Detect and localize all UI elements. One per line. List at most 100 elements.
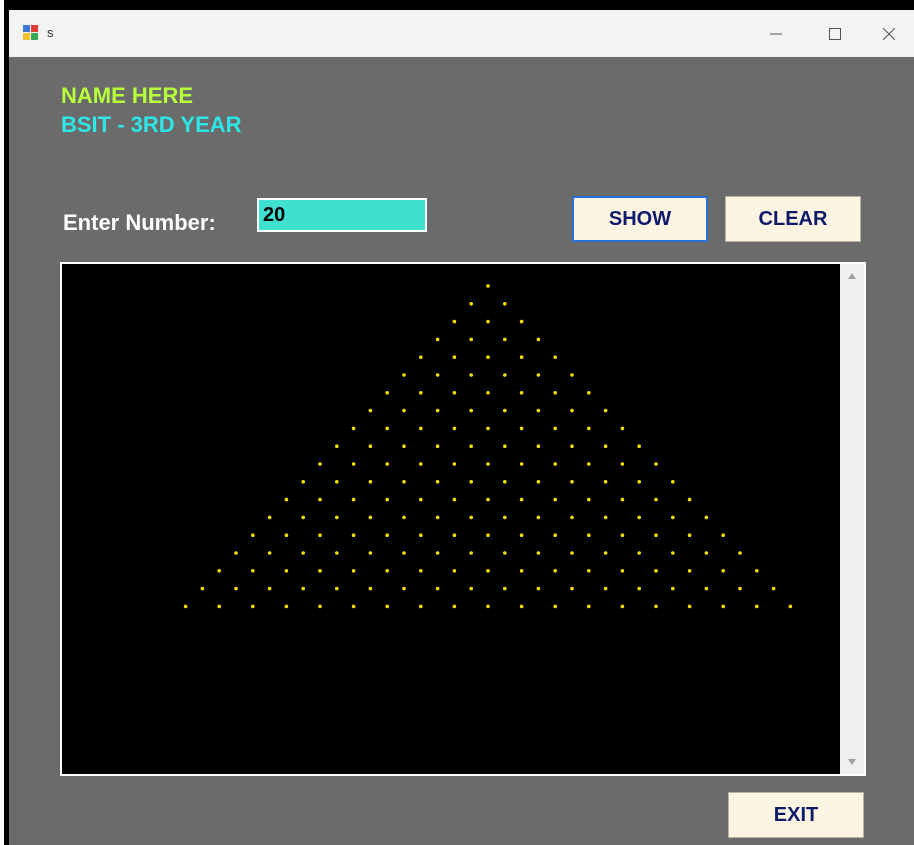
- pattern-dot: [587, 604, 591, 609]
- pattern-dot: [637, 515, 641, 520]
- pattern-dot: [553, 391, 557, 395]
- pattern-dot: [435, 373, 440, 377]
- pattern-dot: [469, 551, 474, 555]
- pattern-dot: [570, 480, 574, 484]
- close-icon: [883, 27, 895, 40]
- vertical-scrollbar[interactable]: [840, 264, 864, 774]
- pattern-dot: [419, 391, 423, 395]
- pattern-dot: [419, 569, 423, 573]
- pattern-dot: [553, 569, 557, 573]
- pattern-dot: [671, 586, 675, 591]
- pattern-dot: [738, 586, 742, 591]
- pattern-dot: [419, 533, 423, 537]
- pattern-dot: [603, 444, 608, 448]
- title-bar[interactable]: s: [9, 10, 914, 57]
- minimize-button[interactable]: [746, 10, 806, 57]
- pattern-dot: [755, 604, 759, 609]
- pattern-dot: [385, 462, 390, 466]
- show-button[interactable]: SHOW: [572, 196, 708, 242]
- pattern-dot: [536, 408, 541, 413]
- pattern-dot: [637, 551, 641, 555]
- pattern-dot: [267, 586, 272, 591]
- pattern-dot: [704, 515, 709, 520]
- pattern-dot: [351, 533, 356, 537]
- pattern-dot: [452, 462, 457, 466]
- pattern-dot: [402, 408, 406, 413]
- pattern-dot: [318, 533, 322, 537]
- pattern-dot: [603, 480, 608, 484]
- pattern-dot: [486, 284, 490, 288]
- pattern-dot: [519, 497, 524, 502]
- pattern-dot: [721, 604, 725, 609]
- pattern-dot: [251, 533, 255, 537]
- pattern-dot: [637, 444, 641, 448]
- pattern-dot: [351, 569, 356, 573]
- pattern-dot: [671, 480, 675, 484]
- pattern-dot: [536, 337, 541, 342]
- pattern-dot: [469, 586, 474, 591]
- pattern-dot: [570, 408, 574, 413]
- pattern-dot: [402, 515, 406, 520]
- pattern-dot: [570, 586, 574, 591]
- pattern-dot: [687, 569, 692, 573]
- pattern-dot: [721, 533, 725, 537]
- pattern-dot: [452, 319, 457, 324]
- pattern-dot: [603, 551, 608, 555]
- pattern-dot: [503, 515, 507, 520]
- pattern-dot: [435, 515, 440, 520]
- number-input[interactable]: [257, 198, 427, 232]
- pattern-dot: [587, 391, 591, 395]
- pattern-dot: [654, 497, 658, 502]
- name-label: NAME HERE: [61, 83, 194, 108]
- pattern-dot: [620, 569, 625, 573]
- pattern-dot: [654, 533, 658, 537]
- pattern-dot: [671, 515, 675, 520]
- pattern-dot: [452, 391, 457, 395]
- scroll-down-button[interactable]: [840, 750, 864, 774]
- pattern-dot: [486, 319, 490, 324]
- pattern-dot: [335, 551, 339, 555]
- pattern-dot: [620, 462, 625, 466]
- pattern-dot: [620, 604, 625, 609]
- pattern-dot: [486, 355, 490, 359]
- pattern-dot: [503, 302, 507, 306]
- pattern-dot: [435, 551, 440, 555]
- pattern-dot: [553, 462, 557, 466]
- pattern-dot: [452, 604, 457, 609]
- pattern-dot: [435, 408, 440, 413]
- pattern-dot: [620, 426, 625, 431]
- pattern-dot: [503, 551, 507, 555]
- pattern-dot: [469, 337, 474, 342]
- enter-number-label: Enter Number:: [63, 210, 216, 235]
- pattern-dot: [402, 480, 406, 484]
- app-window: s NAME HERE BSIT - 3RD YEAR Enter Number…: [4, 0, 914, 845]
- maximize-button[interactable]: [805, 10, 865, 57]
- pattern-output-box[interactable]: [60, 262, 866, 776]
- pattern-dot: [452, 426, 457, 431]
- pattern-dot: [536, 586, 541, 591]
- pattern-dot: [385, 533, 390, 537]
- course-label: BSIT - 3RD YEAR: [61, 112, 242, 137]
- pattern-dot: [469, 444, 474, 448]
- pattern-dot: [536, 444, 541, 448]
- pattern-dot: [301, 551, 305, 555]
- pattern-dot: [301, 515, 305, 520]
- pattern-dot: [435, 337, 440, 342]
- pattern-dot: [771, 586, 776, 591]
- pattern-dot: [284, 604, 289, 609]
- pattern-dot: [503, 480, 507, 484]
- pattern-dot: [385, 604, 390, 609]
- pattern-dot: [251, 569, 255, 573]
- pattern-dot: [301, 480, 305, 484]
- close-button[interactable]: [859, 10, 914, 57]
- pattern-dot: [419, 497, 423, 502]
- pattern-dot: [284, 533, 289, 537]
- pattern-dot: [603, 586, 608, 591]
- clear-button[interactable]: CLEAR: [725, 196, 861, 242]
- pattern-dot: [452, 355, 457, 359]
- app-icon: [23, 25, 39, 41]
- pattern-dot: [503, 586, 507, 591]
- scroll-up-button[interactable]: [840, 264, 864, 288]
- exit-button[interactable]: EXIT: [728, 792, 864, 838]
- pattern-dot: [267, 515, 272, 520]
